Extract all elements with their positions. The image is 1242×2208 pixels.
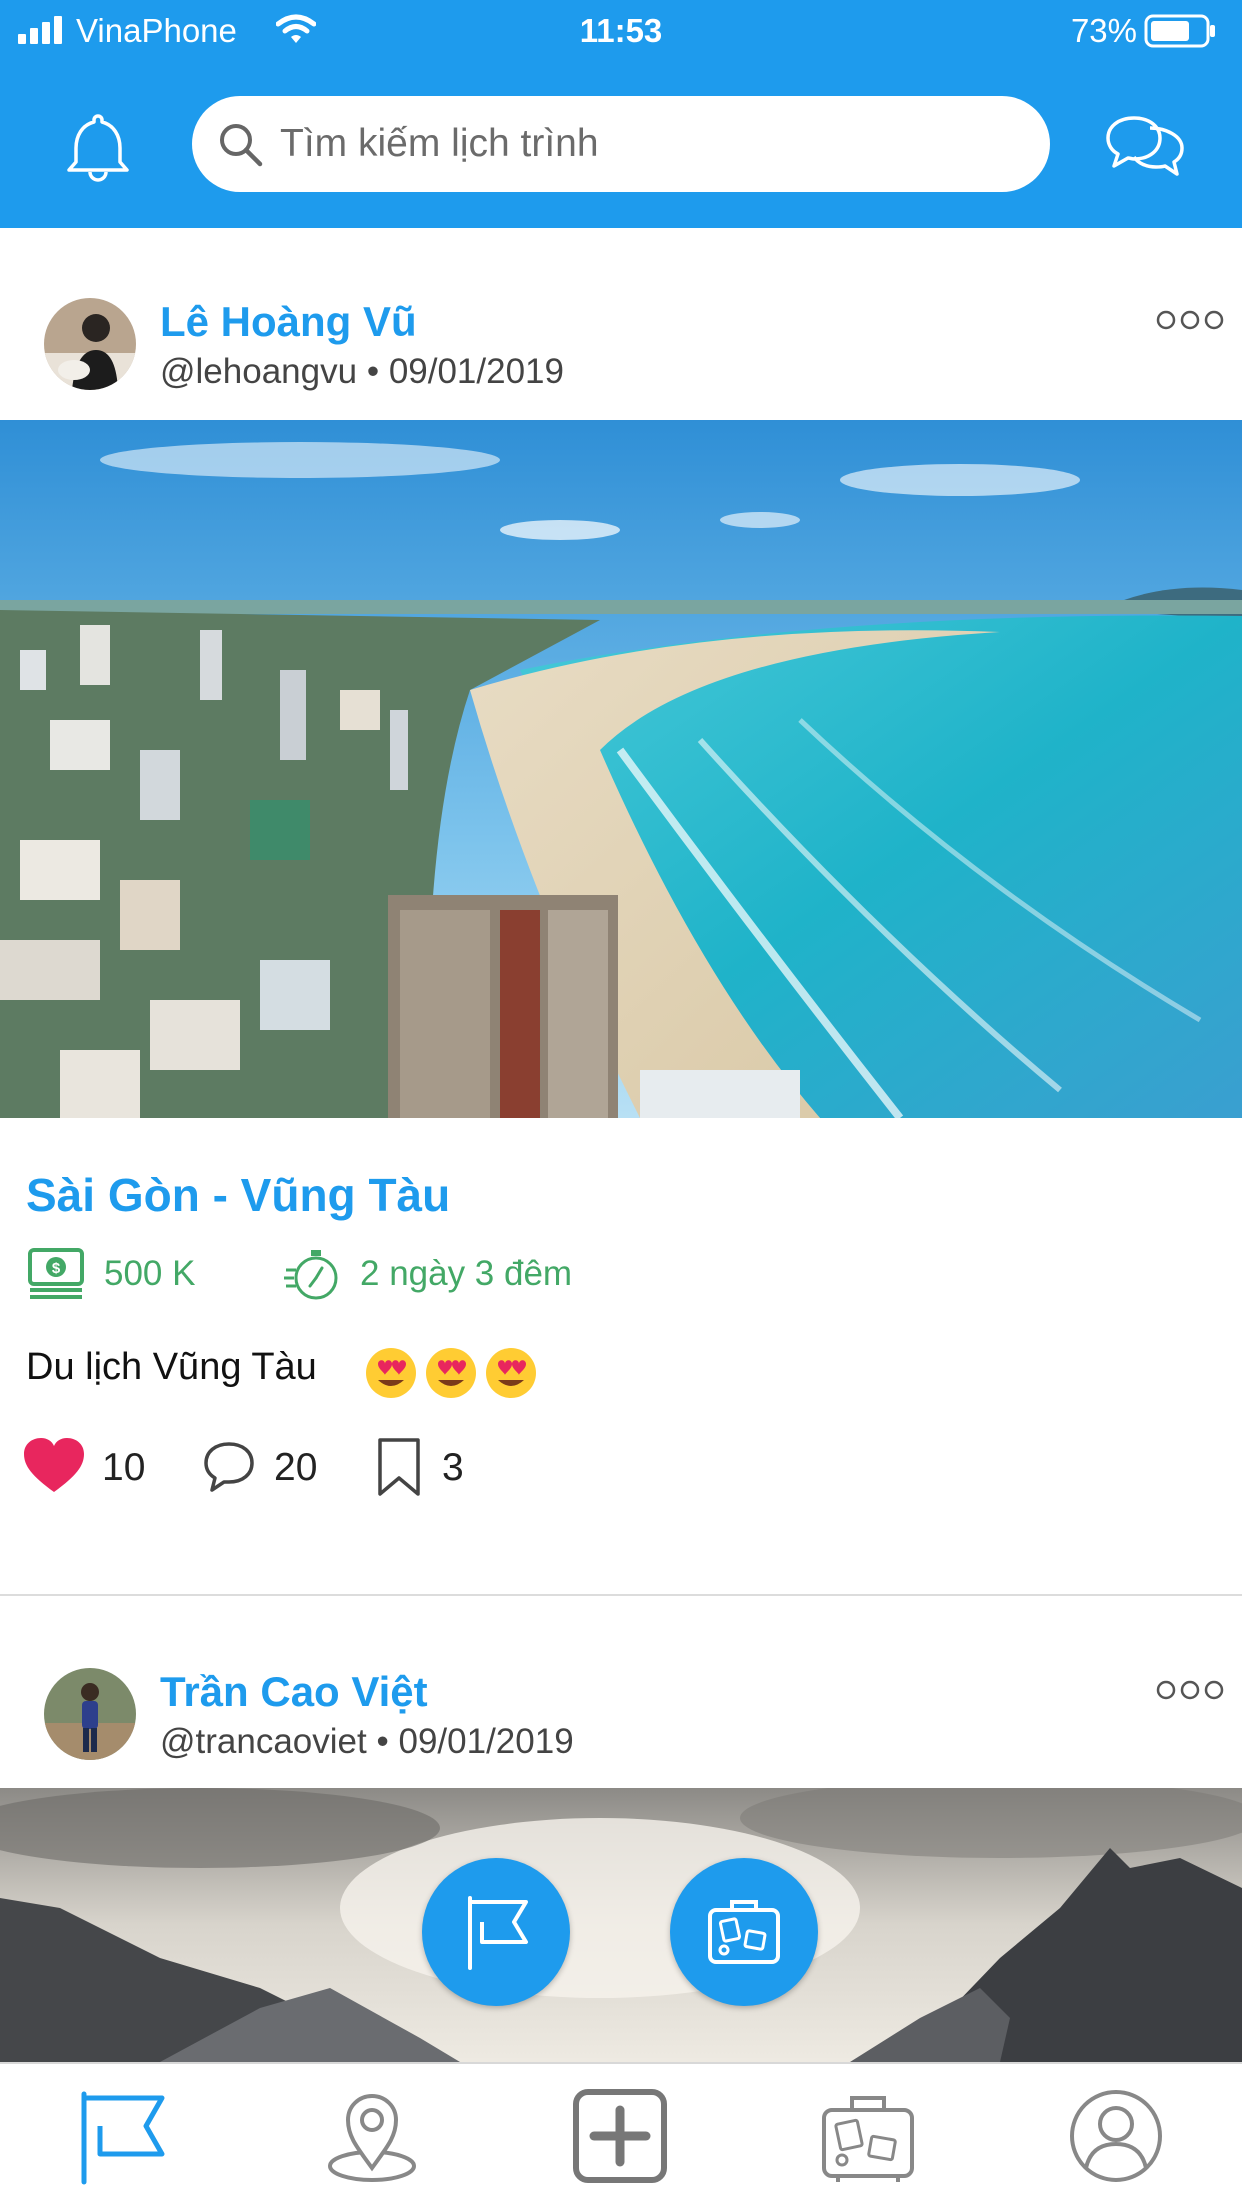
svg-text:$: $: [52, 1260, 61, 1277]
post-meta: @trancaoviet • 09/01/2019: [160, 1722, 574, 1762]
add-icon: [573, 2089, 667, 2183]
luggage-icon: [708, 1900, 780, 1964]
trip-duration: 2 ngày 3 đêm: [360, 1254, 573, 1293]
author-name[interactable]: Trần Cao Việt: [160, 1668, 428, 1716]
tab-bar: [0, 2062, 1242, 2208]
author-name[interactable]: Lê Hoàng Vũ: [160, 298, 417, 346]
money-icon: $: [28, 1248, 84, 1299]
comment-count: 20: [274, 1446, 318, 1489]
post-date: 09/01/2019: [398, 1722, 574, 1761]
more-options-icon[interactable]: [1154, 308, 1226, 332]
map-pin-icon: [328, 2093, 416, 2182]
post-card[interactable]: Trần Cao Việt @trancaoviet • 09/01/2019: [0, 1596, 1242, 2062]
tab-explore[interactable]: [322, 2086, 422, 2186]
flag-icon: [81, 2091, 165, 2185]
luggage-fab-button[interactable]: [670, 1858, 818, 2006]
like-count: 10: [102, 1446, 146, 1489]
meta-separator: •: [376, 1722, 389, 1761]
meta-separator: •: [366, 352, 380, 391]
author-handle[interactable]: @trancaoviet: [160, 1722, 367, 1761]
heart-icon[interactable]: [22, 1436, 86, 1496]
post-card[interactable]: Lê Hoàng Vũ @lehoangvu • 09/01/2019 Sài …: [0, 0, 1242, 1596]
avatar[interactable]: [44, 1668, 136, 1760]
heart-eyes-emoji-icon: [366, 1348, 536, 1398]
tab-feed[interactable]: [74, 2086, 174, 2186]
tab-profile[interactable]: [1066, 2086, 1166, 2186]
trip-cover-image[interactable]: [0, 1788, 1242, 2062]
trip-title[interactable]: Sài Gòn - Vũng Tàu: [26, 1168, 450, 1222]
post-actions: 10 20 3: [22, 1436, 622, 1500]
tab-trips[interactable]: [818, 2086, 918, 2186]
flag-icon: [468, 1896, 528, 1970]
author-handle[interactable]: @lehoangvu: [160, 352, 357, 391]
more-options-icon[interactable]: [1154, 1678, 1226, 1702]
luggage-icon: [822, 2096, 914, 2182]
flag-fab-button[interactable]: [422, 1858, 570, 2006]
bookmark-icon[interactable]: [376, 1436, 422, 1498]
trip-budget: 500 K: [104, 1254, 196, 1293]
post-meta: @lehoangvu • 09/01/2019: [160, 352, 564, 392]
post-date: 09/01/2019: [388, 352, 564, 391]
bookmark-count: 3: [442, 1446, 464, 1489]
stopwatch-icon: [284, 1250, 338, 1300]
trip-cover-image[interactable]: [0, 420, 1242, 1118]
tab-create[interactable]: [570, 2086, 670, 2186]
comment-icon[interactable]: [202, 1440, 256, 1496]
avatar[interactable]: [44, 298, 136, 390]
profile-icon: [1070, 2090, 1162, 2182]
post-caption: Du lịch Vũng Tàu: [26, 1346, 317, 1388]
